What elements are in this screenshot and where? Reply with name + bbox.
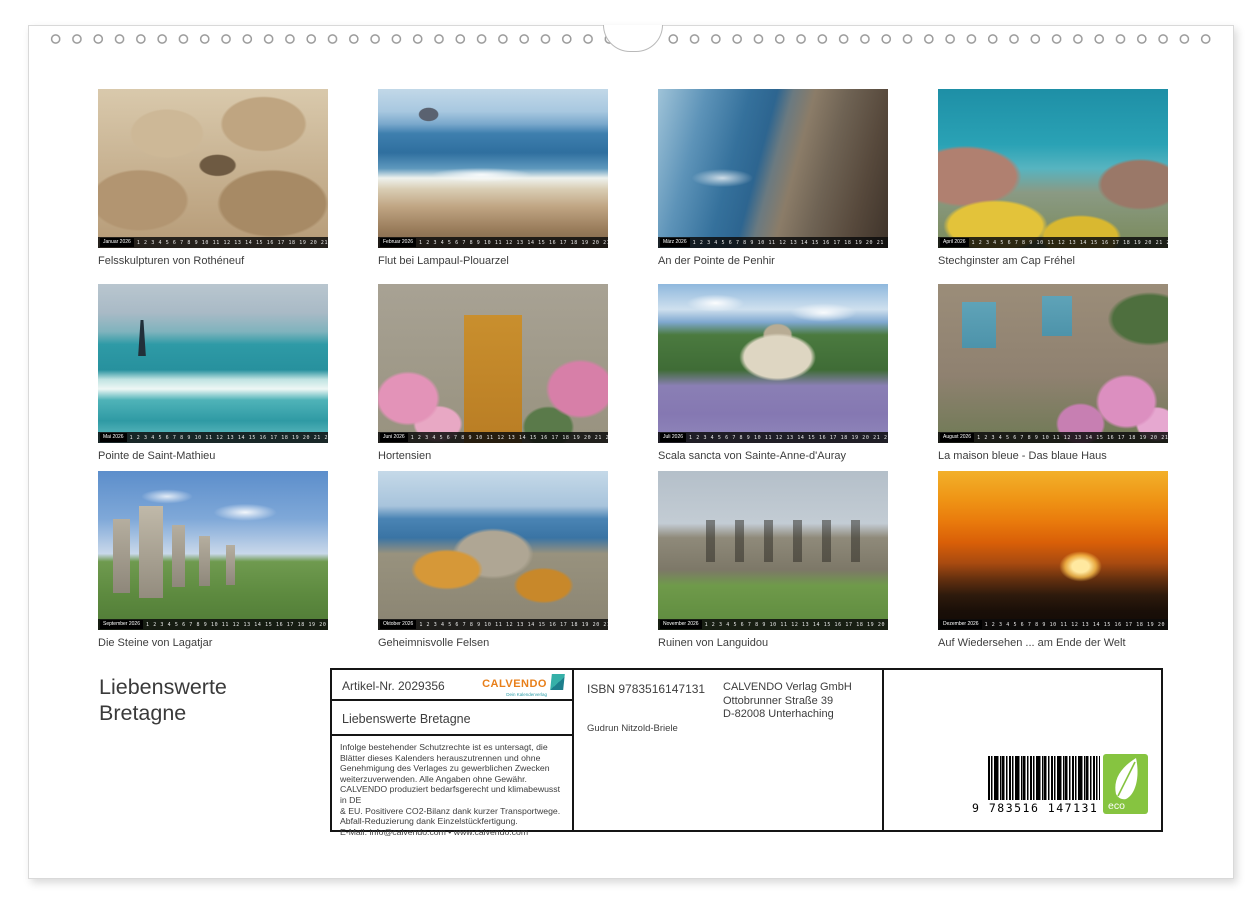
photo-caption: Die Steine von Lagatjar: [98, 637, 328, 649]
calvendo-logo-word: CALVENDO: [482, 678, 547, 690]
mini-calendar-strip: Dezember 2026 1 2 3 4 5 6 7 8 9 10 11 12…: [938, 619, 1168, 630]
month-thumb-june: Juni 2026 1 2 3 4 5 6 7 8 9 10 11 12 13 …: [378, 284, 608, 462]
mini-calendar-strip: Januar 2026 1 2 3 4 5 6 7 8 9 10 11 12 1…: [98, 237, 328, 248]
mini-calendar-strip: Juni 2026 1 2 3 4 5 6 7 8 9 10 11 12 13 …: [378, 432, 608, 443]
month-label: Februar 2026: [380, 238, 416, 247]
hanger-notch: [603, 25, 663, 52]
month-label: November 2026: [660, 620, 702, 629]
month-label: Dezember 2026: [940, 620, 982, 629]
photo-caption: An der Pointe de Penhir: [658, 255, 888, 267]
day-numbers: 1 2 3 4 5 6 7 8 9 10 11 12 13 14 15 16 1…: [146, 622, 328, 628]
day-numbers: 1 2 3 4 5 6 7 8 9 10 11 12 13 14 15 16 1…: [137, 240, 328, 246]
photo-gorse-coast: April 2026 1 2 3 4 5 6 7 8 9 10 11 12 13…: [938, 89, 1168, 248]
legal-text-box: Infolge bestehender Schutzrechte ist es …: [330, 734, 574, 832]
calvendo-flag-icon: [550, 674, 565, 690]
month-label: August 2026: [940, 433, 974, 442]
photo-caption: Hortensien: [378, 450, 608, 462]
calvendo-logo: CALVENDO Dein Kalenderverlag: [482, 674, 564, 697]
month-thumb-january: Januar 2026 1 2 3 4 5 6 7 8 9 10 11 12 1…: [98, 89, 328, 267]
publisher-address: CALVENDO Verlag GmbH Ottobrunner Straße …: [723, 681, 852, 722]
month-label: April 2026: [940, 238, 969, 247]
photo-chapel-ruins: November 2026 1 2 3 4 5 6 7 8 9 10 11 12…: [658, 471, 888, 630]
month-label: März 2026: [660, 238, 690, 247]
isbn-publisher-box: ISBN 9783516147131 CALVENDO Verlag GmbH …: [572, 668, 884, 832]
photo-caption: Flut bei Lampaul-Plouarzel: [378, 255, 608, 267]
mini-calendar-strip: Mai 2026 1 2 3 4 5 6 7 8 9 10 11 12 13 1…: [98, 432, 328, 443]
month-thumb-november: November 2026 1 2 3 4 5 6 7 8 9 10 11 12…: [658, 471, 888, 649]
month-thumb-september: September 2026 1 2 3 4 5 6 7 8 9 10 11 1…: [98, 471, 328, 649]
eco-logo: eco: [1103, 754, 1148, 814]
day-numbers: 1 2 3 4 5 6 7 8 9 10 11 12 13 14 15 16 1…: [411, 435, 608, 441]
calvendo-logo-tagline: Dein Kalenderverlag: [482, 692, 547, 697]
isbn: ISBN 9783516147131: [587, 682, 705, 696]
photo-sunset: Dezember 2026 1 2 3 4 5 6 7 8 9 10 11 12…: [938, 471, 1168, 630]
mini-calendar-strip: August 2026 1 2 3 4 5 6 7 8 9 10 11 12 1…: [938, 432, 1168, 443]
photo-lighthouse-sea: Mai 2026 1 2 3 4 5 6 7 8 9 10 11 12 13 1…: [98, 284, 328, 443]
eco-label: eco: [1108, 800, 1125, 812]
photo-caption: Scala sancta von Sainte-Anne-d'Auray: [658, 450, 888, 462]
photo-lavender-basilica: Juli 2026 1 2 3 4 5 6 7 8 9 10 11 12 13 …: [658, 284, 888, 443]
mini-calendar-strip: Juli 2026 1 2 3 4 5 6 7 8 9 10 11 12 13 …: [658, 432, 888, 443]
article-number-box: Artikel-Nr. 2029356 CALVENDO Dein Kalend…: [330, 668, 574, 701]
calendar-title: Liebenswerte Bretagne: [342, 712, 471, 726]
photo-door-hydrangeas: Juni 2026 1 2 3 4 5 6 7 8 9 10 11 12 13 …: [378, 284, 608, 443]
photo-caption: Ruinen von Languidou: [658, 637, 888, 649]
legal-text: Infolge bestehender Schutzrechte ist es …: [340, 742, 566, 837]
photo-standing-stones: September 2026 1 2 3 4 5 6 7 8 9 10 11 1…: [98, 471, 328, 630]
month-label: Mai 2026: [100, 433, 127, 442]
month-thumb-august: August 2026 1 2 3 4 5 6 7 8 9 10 11 12 1…: [938, 284, 1168, 462]
calendar-back-page: Januar 2026 1 2 3 4 5 6 7 8 9 10 11 12 1…: [28, 25, 1234, 879]
page-title: Liebenswerte Bretagne: [99, 674, 227, 726]
day-numbers: 1 2 3 4 5 6 7 8 9 10 11 12 13 14 15 16 1…: [977, 435, 1168, 441]
month-thumb-february: Februar 2026 1 2 3 4 5 6 7 8 9 10 11 12 …: [378, 89, 608, 267]
day-numbers: 1 2 3 4 5 6 7 8 9 10 11 12 13 14 15 16 1…: [705, 622, 888, 628]
month-thumb-december: Dezember 2026 1 2 3 4 5 6 7 8 9 10 11 12…: [938, 471, 1168, 649]
month-thumb-march: März 2026 1 2 3 4 5 6 7 8 9 10 11 12 13 …: [658, 89, 888, 267]
barcode-box: 9 783516 147131 eco: [882, 668, 1163, 832]
month-label: Juli 2026: [660, 433, 686, 442]
barcode-number: 9 783516 147131: [972, 801, 1122, 815]
day-numbers: 1 2 3 4 5 6 7 8 9 10 11 12 13 14 15 16 1…: [419, 240, 608, 246]
month-thumb-may: Mai 2026 1 2 3 4 5 6 7 8 9 10 11 12 13 1…: [98, 284, 328, 462]
mini-calendar-strip: September 2026 1 2 3 4 5 6 7 8 9 10 11 1…: [98, 619, 328, 630]
month-thumb-april: April 2026 1 2 3 4 5 6 7 8 9 10 11 12 13…: [938, 89, 1168, 267]
month-thumb-july: Juli 2026 1 2 3 4 5 6 7 8 9 10 11 12 13 …: [658, 284, 888, 462]
ean-barcode: 9 783516 147131: [972, 756, 1122, 815]
mini-calendar-strip: Februar 2026 1 2 3 4 5 6 7 8 9 10 11 12 …: [378, 237, 608, 248]
lighthouse-silhouette: [136, 320, 148, 356]
mini-calendar-strip: November 2026 1 2 3 4 5 6 7 8 9 10 11 12…: [658, 619, 888, 630]
barcode-bars: [988, 756, 1100, 800]
month-label: Juni 2026: [380, 433, 408, 442]
photo-caption: Stechginster am Cap Fréhel: [938, 255, 1168, 267]
photo-caption: Geheimnisvolle Felsen: [378, 637, 608, 649]
month-thumb-october: Oktober 2026 1 2 3 4 5 6 7 8 9 10 11 12 …: [378, 471, 608, 649]
day-numbers: 1 2 3 4 5 6 7 8 9 10 11 12 13 14 15 16 1…: [130, 435, 328, 441]
photo-blue-house: August 2026 1 2 3 4 5 6 7 8 9 10 11 12 1…: [938, 284, 1168, 443]
photo-beach-tide: Februar 2026 1 2 3 4 5 6 7 8 9 10 11 12 …: [378, 89, 608, 248]
calendar-title-box: Liebenswerte Bretagne: [330, 699, 574, 736]
photo-cliffs: März 2026 1 2 3 4 5 6 7 8 9 10 11 12 13 …: [658, 89, 888, 248]
day-numbers: 1 2 3 4 5 6 7 8 9 10 11 12 13 14 15 16 1…: [985, 622, 1168, 628]
photo-rock-sculptures: Januar 2026 1 2 3 4 5 6 7 8 9 10 11 12 1…: [98, 89, 328, 248]
day-numbers: 1 2 3 4 5 6 7 8 9 10 11 12 13 14 15 16 1…: [689, 435, 888, 441]
month-label: Januar 2026: [100, 238, 134, 247]
author-name: Gudrun Nitzold-Briele: [587, 723, 678, 734]
month-label: Oktober 2026: [380, 620, 416, 629]
mini-calendar-strip: März 2026 1 2 3 4 5 6 7 8 9 10 11 12 13 …: [658, 237, 888, 248]
photo-caption: La maison bleue - Das blaue Haus: [938, 450, 1168, 462]
day-numbers: 1 2 3 4 5 6 7 8 9 10 11 12 13 14 15 16 1…: [693, 240, 888, 246]
month-label: September 2026: [100, 620, 143, 629]
day-numbers: 1 2 3 4 5 6 7 8 9 10 11 12 13 14 15 16 1…: [972, 240, 1168, 246]
mini-calendar-strip: Oktober 2026 1 2 3 4 5 6 7 8 9 10 11 12 …: [378, 619, 608, 630]
article-number: Artikel-Nr. 2029356: [342, 679, 445, 693]
mini-calendar-strip: April 2026 1 2 3 4 5 6 7 8 9 10 11 12 13…: [938, 237, 1168, 248]
photo-caption: Pointe de Saint-Mathieu: [98, 450, 328, 462]
day-numbers: 1 2 3 4 5 6 7 8 9 10 11 12 13 14 15 16 1…: [419, 622, 608, 628]
photo-caption: Felsskulpturen von Rothéneuf: [98, 255, 328, 267]
photo-mysterious-rocks: Oktober 2026 1 2 3 4 5 6 7 8 9 10 11 12 …: [378, 471, 608, 630]
leaf-icon: [1107, 756, 1145, 802]
photo-caption: Auf Wiedersehen ... am Ende der Welt: [938, 637, 1168, 649]
